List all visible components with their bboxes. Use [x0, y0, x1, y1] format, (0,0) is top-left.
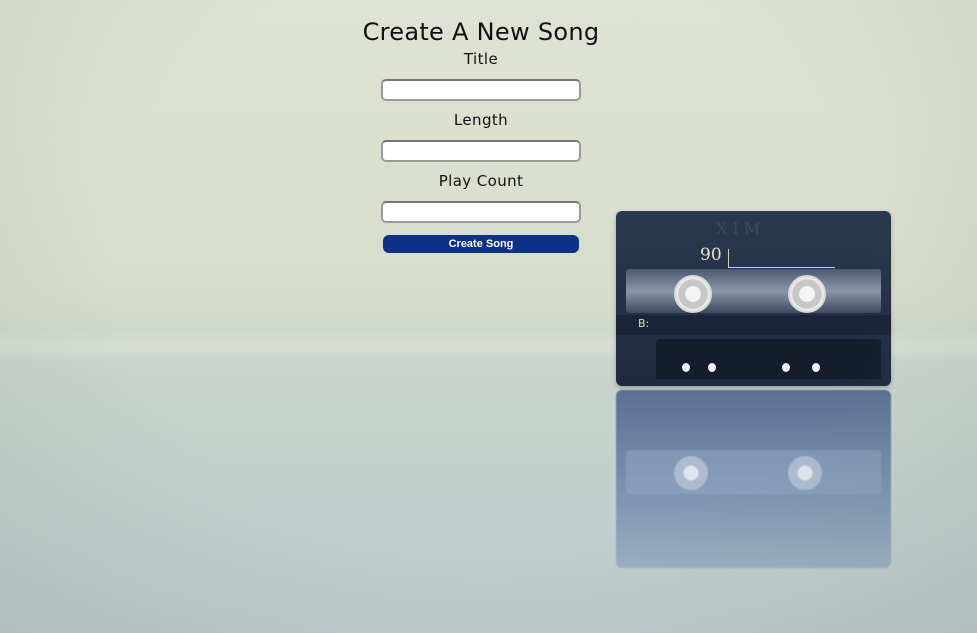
reflection-window [626, 450, 881, 494]
cassette-reflection [616, 390, 891, 568]
play-count-input[interactable] [381, 201, 581, 223]
cassette-reel-right [788, 275, 826, 313]
cassette-window [626, 269, 881, 313]
cassette-hole [812, 363, 820, 372]
cassette-reel-left [674, 275, 712, 313]
cassette-side-label: B: [638, 317, 650, 330]
title-input[interactable] [381, 79, 581, 101]
create-song-button[interactable]: Create Song [383, 235, 579, 253]
create-song-form: Create A New Song Title Length Play Coun… [0, 18, 962, 253]
cassette-bottom-panel [656, 339, 881, 379]
page-title: Create A New Song [362, 18, 600, 46]
cassette-hole [708, 363, 716, 372]
title-label: Title [463, 50, 499, 68]
cassette-hole [682, 363, 690, 372]
reflection-reel [788, 456, 822, 490]
cassette-hole [782, 363, 790, 372]
reflection-reel [674, 456, 708, 490]
length-input[interactable] [381, 140, 581, 162]
length-label: Length [453, 111, 509, 129]
play-count-label: Play Count [438, 172, 524, 190]
cassette-stripe [616, 315, 891, 335]
